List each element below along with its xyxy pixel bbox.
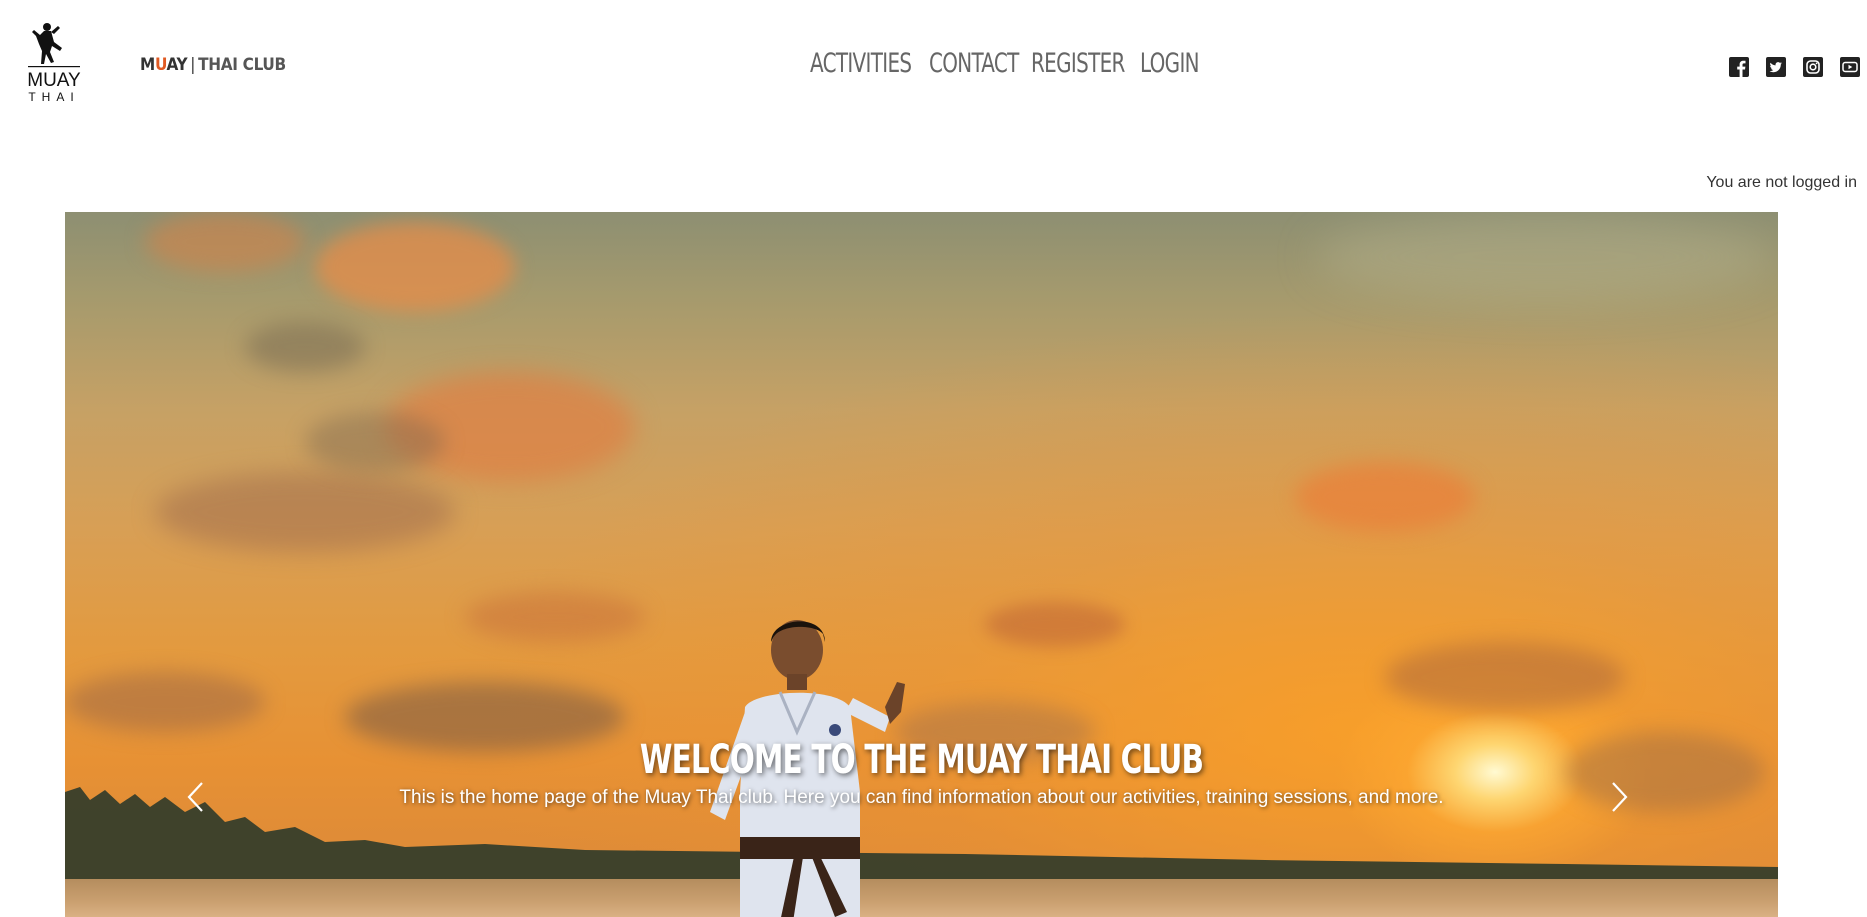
logo-text-top: MUAY xyxy=(27,70,81,91)
youtube-link[interactable] xyxy=(1839,56,1861,78)
chevron-left-icon xyxy=(187,782,203,812)
carousel-prev-button[interactable] xyxy=(165,767,225,827)
login-status-text: You are not logged in xyxy=(1706,174,1857,191)
facebook-icon xyxy=(1729,57,1749,77)
hero-carousel: WELCOME TO THE MUAY THAI CLUB This is th… xyxy=(65,212,1778,917)
slide-title: WELCOME TO THE MUAY THAI CLUB xyxy=(639,737,1204,783)
twitter-link[interactable] xyxy=(1765,56,1787,78)
slide-description: This is the home page of the Muay Thai c… xyxy=(399,787,1444,808)
brand-letter-u: U xyxy=(154,55,167,75)
logo-text-bottom: THAI xyxy=(28,90,79,104)
page: MUAY THAI MUAY | THAI CLUB ACTIVITIES CONT… xyxy=(0,0,1867,917)
nav-register[interactable]: REGISTER xyxy=(1031,48,1125,79)
youtube-icon xyxy=(1840,57,1860,77)
twitter-icon xyxy=(1766,57,1786,77)
facebook-link[interactable] xyxy=(1728,56,1750,78)
fighter-logo-icon: MUAY THAI xyxy=(27,23,81,104)
brand-letter-m: M xyxy=(140,55,155,75)
brand-thai-club: THAI CLUB xyxy=(198,55,286,75)
site-logo[interactable]: MUAY THAI xyxy=(14,18,94,113)
slide-caption: WELCOME TO THE MUAY THAI CLUB This is th… xyxy=(65,737,1778,809)
site-header: MUAY THAI MUAY | THAI CLUB ACTIVITIES CONT… xyxy=(0,0,1867,130)
brand-letters-ay: AY xyxy=(166,55,188,75)
brand-name: MUAY | THAI CLUB xyxy=(140,55,286,75)
nav-activities[interactable]: ACTIVITIES xyxy=(810,48,912,79)
brand-separator: | xyxy=(190,55,196,75)
nav-login[interactable]: LOGIN xyxy=(1140,48,1200,79)
carousel-next-button[interactable] xyxy=(1590,767,1650,827)
social-links xyxy=(1728,56,1861,78)
main-nav: ACTIVITIES CONTACT REGISTER LOGIN xyxy=(810,48,1200,79)
nav-contact[interactable]: CONTACT xyxy=(929,48,1019,79)
instagram-icon xyxy=(1803,57,1823,77)
chevron-right-icon xyxy=(1612,782,1628,812)
instagram-link[interactable] xyxy=(1802,56,1824,78)
